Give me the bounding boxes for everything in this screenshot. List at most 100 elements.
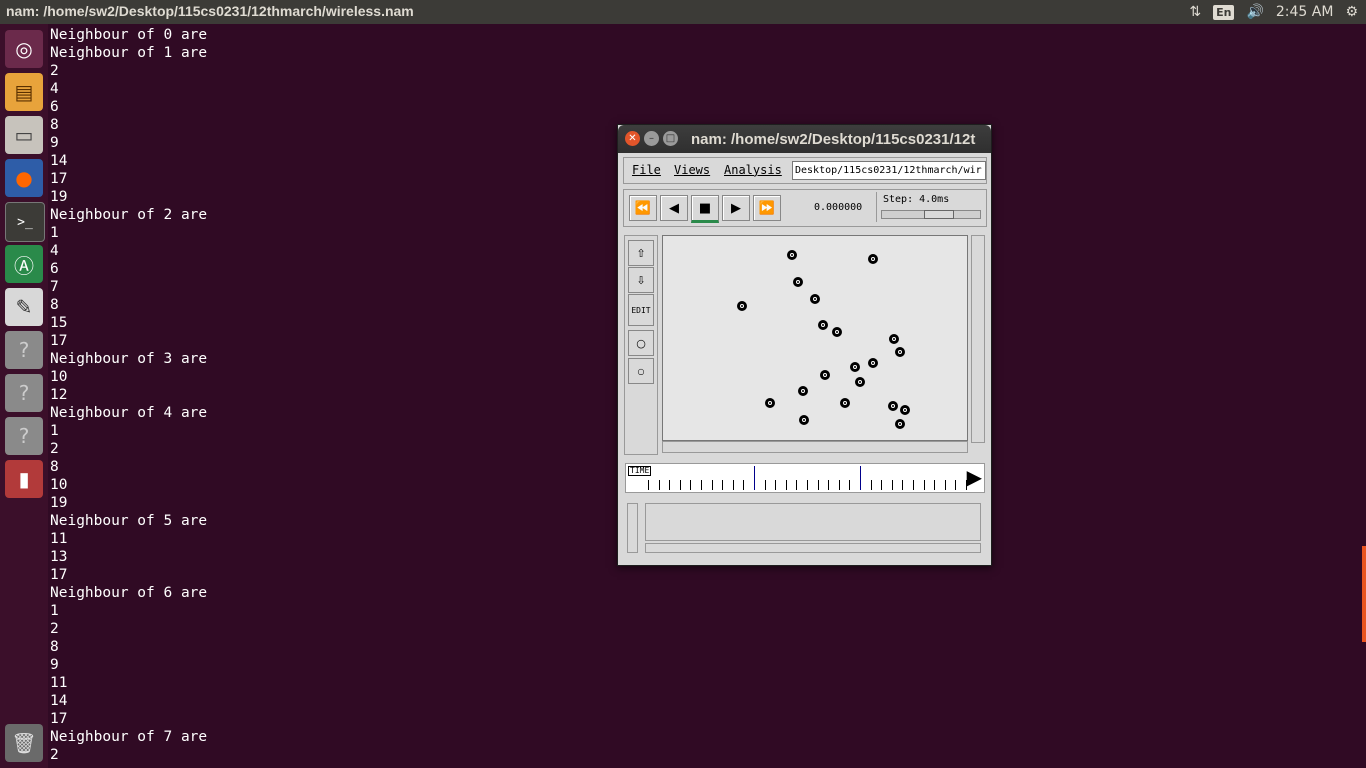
timeline-tick	[701, 480, 702, 490]
nam-window: ✕ – □ nam: /home/sw2/Desktop/115cs0231/1…	[617, 124, 992, 566]
nam-menubar: File Views Analysis Desktop/115cs0231/12…	[623, 157, 987, 184]
annotation-vertical-scrollbar[interactable]	[627, 503, 638, 553]
terminal-line: 9	[50, 657, 59, 673]
firefox-icon[interactable]: ●	[5, 159, 43, 197]
network-node[interactable]	[798, 386, 808, 396]
terminal-line: 2	[50, 621, 59, 637]
network-node[interactable]	[855, 377, 865, 387]
time-slider[interactable]: TIME ▶	[625, 463, 985, 493]
terminal-line: 4	[50, 243, 59, 259]
terminal-line: 17	[50, 333, 68, 349]
rewind-button[interactable]: ⏪	[629, 195, 657, 221]
play-backward-icon: ◀	[669, 200, 679, 216]
network-node[interactable]	[832, 327, 842, 337]
terminal-line: Neighbour of 2 are	[50, 207, 208, 223]
unknown-app-icon[interactable]: ?	[5, 417, 43, 455]
terminal-line: Neighbour of 6 are	[50, 585, 208, 601]
circle-small-icon[interactable]: ○	[628, 358, 654, 384]
timeline-tick	[902, 480, 904, 490]
trash-icon[interactable]: 🗑	[5, 724, 43, 762]
files-doc-icon[interactable]: ▤	[5, 73, 43, 111]
timeline-tick	[817, 480, 819, 490]
terminal-line: 11	[50, 675, 68, 691]
network-canvas[interactable]	[662, 235, 968, 441]
timeline-tick	[849, 480, 851, 490]
unknown-app-icon[interactable]: ?	[5, 331, 43, 369]
step-slider-handle[interactable]	[924, 210, 954, 219]
file-manager-icon[interactable]: ▭	[5, 116, 43, 154]
canvas-horizontal-scrollbar[interactable]	[662, 441, 968, 453]
network-node[interactable]	[793, 277, 803, 287]
rewind-icon: ⏪	[634, 200, 652, 216]
network-node[interactable]	[868, 254, 878, 264]
annotation-horizontal-scrollbar[interactable]	[645, 543, 981, 553]
timeline-tick	[679, 480, 681, 490]
text-editor-icon[interactable]: ✎	[5, 288, 43, 326]
play-button[interactable]: ▶	[722, 195, 750, 221]
ubuntu-logo-icon[interactable]: ◎	[5, 30, 43, 68]
terminal-line: 2	[50, 63, 59, 79]
timeline-tick	[764, 480, 766, 490]
terminal-icon[interactable]: >_	[5, 202, 45, 242]
network-node[interactable]	[765, 398, 775, 408]
network-node[interactable]	[818, 320, 828, 330]
nam-titlebar[interactable]: ✕ – □ nam: /home/sw2/Desktop/115cs0231/1…	[618, 125, 991, 153]
timeline-tick	[923, 480, 925, 490]
timeline-tick	[732, 480, 734, 490]
terminal-line: 1	[50, 225, 59, 241]
terminal-line: Neighbour of 5 are	[50, 513, 208, 529]
network-node[interactable]	[900, 405, 910, 415]
timeline-tick	[648, 480, 649, 490]
step-back-button[interactable]: ◀	[660, 195, 688, 221]
file-path-field[interactable]: Desktop/115cs0231/12thmarch/wir	[792, 161, 986, 180]
network-node[interactable]	[810, 294, 820, 304]
keyboard-indicator[interactable]: En	[1213, 4, 1235, 20]
maximize-icon[interactable]: □	[663, 131, 678, 146]
menu-file[interactable]: File	[632, 163, 661, 177]
timeline-tick	[881, 480, 883, 490]
stop-button[interactable]: ■	[691, 195, 719, 223]
usb-drive-icon[interactable]: ▮	[5, 460, 43, 498]
canvas-vertical-scrollbar[interactable]	[971, 235, 985, 443]
timeline-tick	[944, 480, 946, 490]
terminal-line: 8	[50, 459, 59, 475]
network-node[interactable]	[737, 301, 747, 311]
gear-icon[interactable]: ⚙	[1345, 4, 1358, 20]
edit-button[interactable]: EDIT	[628, 294, 654, 326]
menu-analysis[interactable]: Analysis	[724, 163, 782, 177]
circle-large-icon[interactable]: ○	[628, 330, 654, 356]
minimize-icon[interactable]: –	[644, 131, 659, 146]
software-updater-icon[interactable]: Ⓐ	[5, 245, 43, 283]
fast-forward-icon: ⏩	[758, 200, 776, 216]
annotation-list[interactable]	[645, 503, 981, 541]
clock[interactable]: 2:45 AM	[1276, 4, 1334, 20]
fast-forward-button[interactable]: ⏩	[753, 195, 781, 221]
network-node[interactable]	[799, 415, 809, 425]
terminal-line: 8	[50, 117, 59, 133]
close-icon[interactable]: ✕	[625, 131, 640, 146]
menu-views[interactable]: Views	[674, 163, 710, 177]
timeline-tick	[785, 480, 787, 490]
unknown-app-icon[interactable]: ?	[5, 374, 43, 412]
network-node[interactable]	[889, 334, 899, 344]
network-icon[interactable]: ⇅	[1189, 4, 1201, 20]
zoom-in-icon[interactable]: ⇧	[628, 240, 654, 266]
network-node[interactable]	[868, 358, 878, 368]
network-node[interactable]	[787, 250, 797, 260]
zoom-out-icon[interactable]: ⇩	[628, 267, 654, 293]
timeline-tick	[722, 480, 724, 490]
network-node[interactable]	[895, 419, 905, 429]
network-node[interactable]	[888, 401, 898, 411]
window-title: nam: /home/sw2/Desktop/115cs0231/12thmar…	[6, 3, 414, 19]
step-label: Step: 4.0ms	[883, 194, 950, 205]
timeline-tick	[669, 480, 671, 490]
step-slider[interactable]	[881, 210, 981, 219]
terminal-line: Neighbour of 1 are	[50, 45, 208, 61]
system-tray: ⇅ En 🔊 2:45 AM ⚙	[1189, 0, 1358, 24]
timeline-tick	[934, 480, 936, 490]
network-node[interactable]	[895, 347, 905, 357]
network-node[interactable]	[850, 362, 860, 372]
network-node[interactable]	[820, 370, 830, 380]
volume-icon[interactable]: 🔊	[1246, 4, 1263, 20]
network-node[interactable]	[840, 398, 850, 408]
